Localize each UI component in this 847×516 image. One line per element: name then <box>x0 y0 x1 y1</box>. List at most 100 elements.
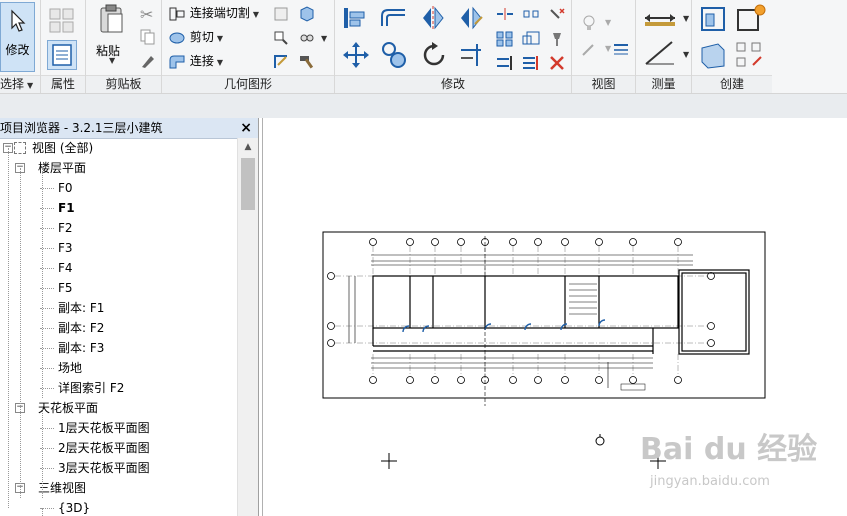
tree-item[interactable]: 副本: F1 <box>0 298 238 318</box>
align-icon[interactable] <box>341 4 369 32</box>
tree-item[interactable]: F1 <box>0 198 238 218</box>
scroll-up-icon[interactable]: ▲ <box>238 138 258 156</box>
trim-corner-icon[interactable] <box>495 54 515 72</box>
grid-bubble[interactable] <box>457 238 465 246</box>
tree-item[interactable]: F2 <box>0 218 238 238</box>
grid-bubble[interactable] <box>369 238 377 246</box>
pin-icon[interactable] <box>547 30 567 48</box>
aligned-dimension-icon[interactable] <box>642 38 678 68</box>
grid-bubble[interactable] <box>629 376 637 384</box>
tree-item[interactable]: F4 <box>0 258 238 278</box>
tree-item[interactable]: 场地 <box>0 358 238 378</box>
create-assembly-icon[interactable] <box>698 4 728 34</box>
clipboard-panel-label: 剪贴板 <box>86 75 161 93</box>
mirror-pick-axis-icon[interactable] <box>419 4 447 32</box>
properties-button[interactable] <box>47 40 77 70</box>
tree-item-label: 三维视图 <box>38 481 87 495</box>
tree-item-label: 副本: F1 <box>58 301 105 315</box>
tree-item[interactable]: F5 <box>0 278 238 298</box>
close-icon[interactable]: × <box>240 118 252 138</box>
tree-item[interactable]: 详图索引 F2 <box>0 378 238 398</box>
split-face-icon[interactable] <box>298 5 316 23</box>
scale-icon[interactable] <box>521 30 541 48</box>
grid-bubble[interactable] <box>595 238 603 246</box>
tree-item[interactable]: {3D} <box>0 498 238 516</box>
paint-icon[interactable] <box>272 29 290 47</box>
measure-icon[interactable] <box>642 8 678 28</box>
create-parts-icon[interactable] <box>734 4 766 34</box>
override-graphics-icon[interactable] <box>580 40 598 58</box>
grid-bubble[interactable] <box>674 376 682 384</box>
tree-item[interactable]: − 三维视图 <box>0 478 238 498</box>
grid-bubble[interactable] <box>561 238 569 246</box>
cope-button[interactable]: 连接端切割 ▼ <box>168 3 259 23</box>
hammer-icon[interactable] <box>298 53 316 71</box>
tree-item[interactable]: − 视图 (全部) <box>0 138 238 158</box>
grid-bubble[interactable] <box>629 238 637 246</box>
join-button[interactable]: 连接 ▼ <box>168 51 223 71</box>
tree-item[interactable]: 1层天花板平面图 <box>0 418 238 438</box>
delete-icon[interactable] <box>547 54 567 72</box>
wall-joins-icon[interactable] <box>272 5 290 23</box>
array-icon[interactable] <box>495 30 515 48</box>
split-element-icon[interactable] <box>495 6 515 22</box>
grid-bubble[interactable] <box>595 376 603 384</box>
edit-profile-icon[interactable] <box>272 53 290 71</box>
building-walls[interactable] <box>372 269 750 355</box>
paste-button[interactable]: 粘贴 ▼ <box>92 4 132 68</box>
create-group-icon[interactable] <box>698 40 728 70</box>
scrollbar-thumb[interactable] <box>241 158 255 210</box>
split-gap-icon[interactable] <box>521 6 541 22</box>
cut-clipboard-icon[interactable]: ✂ <box>140 5 153 24</box>
grid-bubble[interactable] <box>457 376 465 384</box>
cut-geometry-button[interactable]: 剪切 ▼ <box>168 27 223 47</box>
project-browser-titlebar[interactable]: 项目浏览器 - 3.2.1三层小建筑 × <box>0 118 258 139</box>
demolish-icon[interactable] <box>298 29 316 47</box>
grid-bubble[interactable] <box>406 238 414 246</box>
properties-panel-label: 属性 <box>41 75 85 93</box>
grid-bubble[interactable] <box>406 376 414 384</box>
grid-bubble[interactable] <box>561 376 569 384</box>
trim-extend-icon[interactable] <box>457 40 487 70</box>
grid-bubble[interactable] <box>534 238 542 246</box>
grid-bubble[interactable] <box>534 376 542 384</box>
tree-item-label: 楼层平面 <box>38 161 87 175</box>
grid-bubble[interactable] <box>509 376 517 384</box>
grid-bubble[interactable] <box>431 238 439 246</box>
select-panel-label[interactable]: 选择 ▼ <box>0 75 40 93</box>
tree-item[interactable]: F3 <box>0 238 238 258</box>
watermark-brand: Bai du 经验 <box>640 432 818 467</box>
modify-button[interactable]: 修改 <box>0 2 35 72</box>
match-properties-icon[interactable] <box>139 52 157 70</box>
linework-icon[interactable] <box>612 40 630 58</box>
move-icon[interactable] <box>341 40 371 70</box>
copy-icon[interactable] <box>139 28 157 46</box>
tree-item[interactable]: 副本: F3 <box>0 338 238 358</box>
hide-in-view-icon[interactable] <box>580 14 598 32</box>
grid-bubble[interactable] <box>431 376 439 384</box>
tree-item[interactable]: − 楼层平面 <box>0 158 238 178</box>
tree-item[interactable]: 2层天花板平面图 <box>0 438 238 458</box>
tree-item[interactable]: 副本: F2 <box>0 318 238 338</box>
type-properties-icon[interactable] <box>47 6 77 36</box>
trim-multiple-icon[interactable] <box>521 54 541 72</box>
geometry-dropdown-icon[interactable]: ▼ <box>321 34 327 43</box>
tree-item[interactable]: − 天花板平面 <box>0 398 238 418</box>
tree-item-label: 详图索引 F2 <box>58 381 125 395</box>
grid-bubble[interactable] <box>674 238 682 246</box>
unpin-icon[interactable] <box>547 6 567 22</box>
crop-region-border[interactable] <box>322 231 766 399</box>
grid-bubble[interactable] <box>509 238 517 246</box>
vertical-scrollbar[interactable]: ▲ <box>237 138 258 516</box>
paste-dropdown-icon[interactable]: ▼ <box>109 56 115 65</box>
cut-geometry-icon <box>169 32 185 43</box>
create-similar-icon[interactable] <box>734 40 764 70</box>
copy-element-icon[interactable] <box>379 40 409 70</box>
tree-item[interactable]: F0 <box>0 178 238 198</box>
tree-item[interactable]: 3层天花板平面图 <box>0 458 238 478</box>
mirror-draw-axis-icon[interactable] <box>457 4 485 32</box>
rotate-icon[interactable] <box>419 40 449 70</box>
geometry-panel: 连接端切割 ▼ 剪切 ▼ 连接 ▼ ▼ 几何图形 <box>162 0 335 93</box>
grid-bubble[interactable] <box>369 376 377 384</box>
offset-icon[interactable] <box>379 4 409 32</box>
